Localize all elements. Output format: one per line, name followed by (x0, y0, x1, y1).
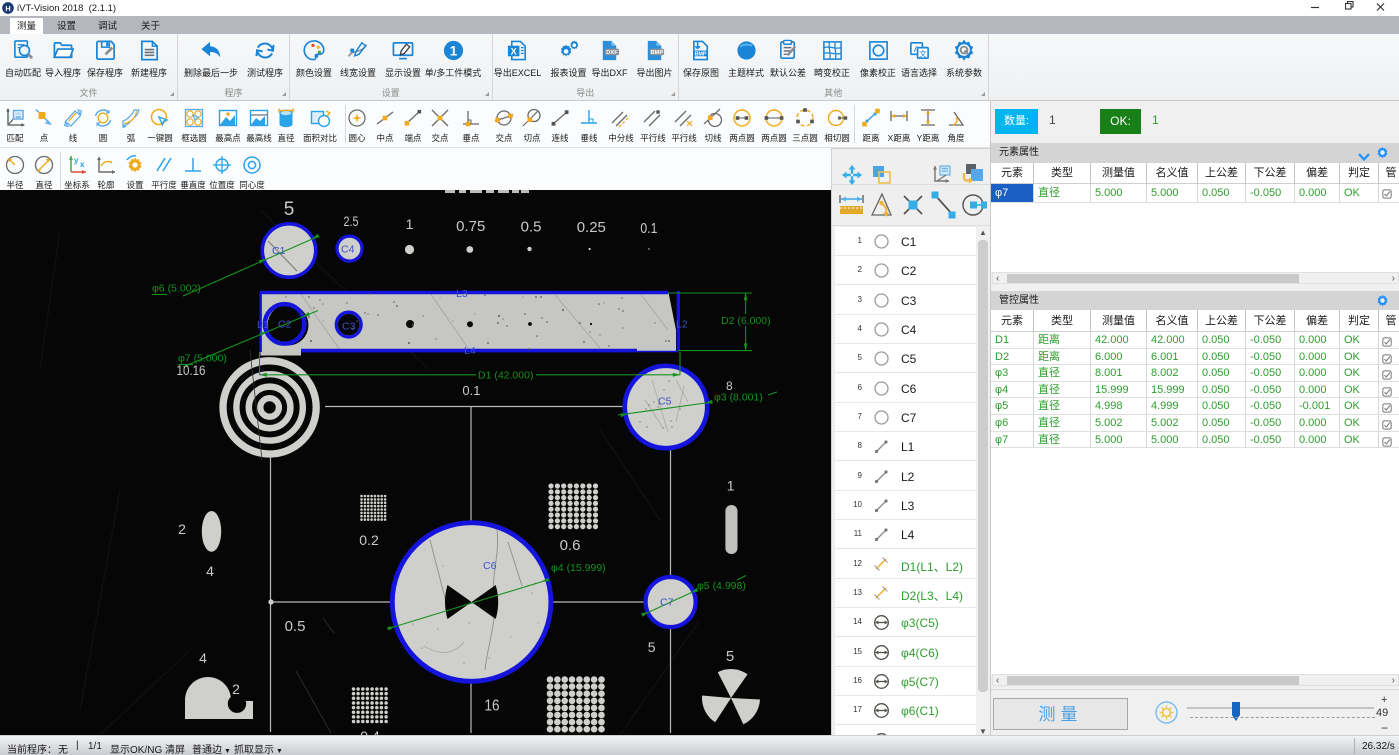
svg-text:BMP: BMP (651, 49, 664, 55)
svg-text:8: 8 (726, 379, 733, 393)
svg-text:2: 2 (178, 521, 186, 537)
svg-text:L4: L4 (464, 345, 476, 357)
svg-text:φ5 (4.998): φ5 (4.998) (697, 580, 746, 592)
svg-text:0.6: 0.6 (560, 537, 581, 554)
svg-text:10.16: 10.16 (177, 363, 206, 378)
svg-text:C1: C1 (272, 245, 286, 257)
svg-text:DXF: DXF (606, 49, 618, 55)
svg-text:0.25: 0.25 (577, 219, 606, 236)
svg-text:5: 5 (284, 199, 295, 220)
svg-text:φ6 (5.002): φ6 (5.002) (152, 283, 201, 295)
svg-text:D2 (6.000): D2 (6.000) (721, 315, 771, 327)
svg-text:D1 (42.000): D1 (42.000) (478, 370, 533, 382)
svg-text:1: 1 (727, 478, 735, 494)
svg-text:φ3 (8.001): φ3 (8.001) (714, 392, 763, 404)
svg-text:5: 5 (648, 639, 656, 655)
svg-text:L1: L1 (257, 319, 269, 331)
svg-text:H: H (5, 4, 10, 13)
svg-text:C5: C5 (658, 396, 672, 408)
svg-text:0.5: 0.5 (285, 618, 306, 635)
svg-text:2.5: 2.5 (344, 213, 359, 229)
svg-text:C7: C7 (660, 597, 674, 609)
svg-text:2: 2 (232, 681, 240, 697)
svg-text:1: 1 (406, 216, 414, 232)
svg-text:4: 4 (206, 563, 214, 579)
svg-text:X: X (511, 46, 517, 56)
svg-text:0.5: 0.5 (521, 219, 542, 236)
svg-text:C4: C4 (341, 244, 355, 256)
svg-text:5: 5 (726, 648, 734, 665)
svg-text:0.1: 0.1 (462, 383, 480, 398)
svg-text:文: 文 (919, 48, 927, 58)
svg-text:1: 1 (449, 43, 457, 58)
svg-text:4: 4 (199, 650, 207, 666)
svg-text:L3: L3 (456, 288, 468, 300)
svg-text:0.1: 0.1 (640, 220, 657, 237)
svg-text:L2: L2 (676, 319, 688, 331)
svg-text:0.75: 0.75 (456, 218, 485, 235)
svg-text:C3: C3 (342, 321, 356, 333)
svg-text:0.2: 0.2 (359, 532, 379, 548)
svg-text:φ4 (15.999): φ4 (15.999) (551, 562, 606, 574)
svg-text:BMP: BMP (694, 51, 706, 57)
svg-text:C6: C6 (483, 560, 497, 572)
svg-text:C2: C2 (278, 319, 292, 331)
svg-text:16: 16 (485, 698, 500, 715)
svg-text:0.4: 0.4 (360, 728, 380, 735)
